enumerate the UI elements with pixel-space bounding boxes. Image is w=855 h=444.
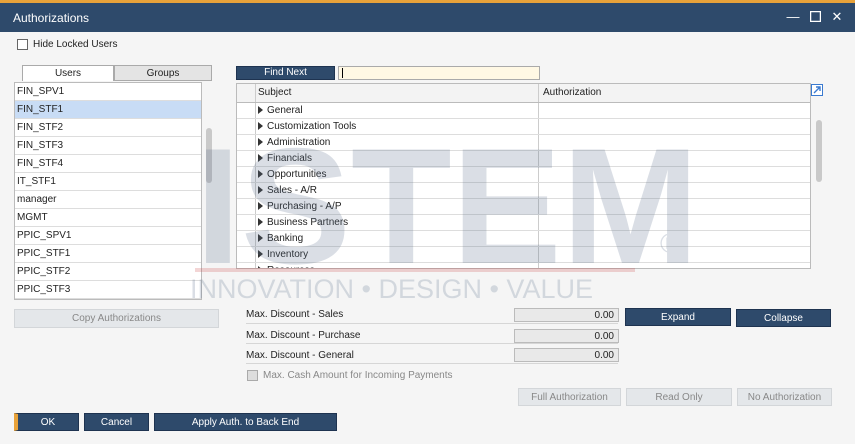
table-row[interactable]: General: [237, 103, 810, 119]
expand-arrow-icon[interactable]: [258, 170, 263, 179]
expand-arrow-icon[interactable]: [258, 122, 263, 131]
expand-arrow-icon[interactable]: [258, 250, 263, 259]
expand-arrow-icon[interactable]: [258, 218, 263, 227]
user-list-scrollbar[interactable]: [206, 128, 212, 183]
user-row[interactable]: FIN_STF4: [15, 155, 201, 173]
tab-groups[interactable]: Groups: [114, 65, 212, 81]
window-title: Authorizations: [13, 11, 90, 25]
expand-arrow-icon[interactable]: [258, 106, 263, 115]
subject-label: Customization Tools: [267, 121, 357, 132]
user-list: FIN_SPV1 FIN_STF1 FIN_STF2 FIN_STF3 FIN_STF4…: [14, 82, 202, 300]
cancel-button[interactable]: Cancel: [84, 413, 149, 431]
authorization-cell[interactable]: [539, 119, 810, 134]
max-discount-purchase-label: Max. Discount - Purchase: [246, 330, 361, 341]
no-authorization-button[interactable]: No Authorization: [737, 388, 832, 406]
max-discount-purchase-field[interactable]: 0.00: [514, 329, 619, 343]
hide-locked-users-checkbox[interactable]: [17, 39, 28, 50]
subject-label: Resources: [267, 265, 315, 268]
subject-label: Opportunities: [267, 169, 327, 180]
expand-arrow-icon[interactable]: [258, 234, 263, 243]
apply-auth-button[interactable]: Apply Auth. to Back End: [154, 413, 337, 431]
hide-locked-users-label: Hide Locked Users: [33, 39, 118, 50]
subject-label: Banking: [267, 233, 304, 244]
watermark-tagline: INNOVATION • DESIGN • VALUE: [190, 274, 593, 304]
table-row[interactable]: Inventory: [237, 247, 810, 263]
expand-arrow-icon[interactable]: [258, 202, 263, 211]
subject-header[interactable]: Subject: [256, 84, 539, 102]
link-arrow-icon[interactable]: [811, 84, 823, 96]
authorization-cell[interactable]: [539, 263, 810, 268]
user-row[interactable]: FIN_STF2: [15, 119, 201, 137]
find-next-button[interactable]: Find Next: [236, 66, 335, 80]
subject-label: General: [267, 105, 303, 116]
table-row[interactable]: Banking: [237, 231, 810, 247]
expand-arrow-icon[interactable]: [258, 138, 263, 147]
table-row[interactable]: Customization Tools: [237, 119, 810, 135]
authorization-cell[interactable]: [539, 231, 810, 246]
user-row[interactable]: FIN_SPV1: [15, 83, 201, 101]
title-bar: Authorizations — ✕: [0, 0, 855, 32]
user-row[interactable]: PPIC_STF1: [15, 245, 201, 263]
authorization-cell[interactable]: [539, 215, 810, 230]
table-header: Subject Authorization: [237, 84, 810, 103]
expand-arrow-icon[interactable]: [258, 266, 263, 268]
table-row[interactable]: Purchasing - A/P: [237, 199, 810, 215]
authorization-cell[interactable]: [539, 103, 810, 118]
max-cash-label: Max. Cash Amount for Incoming Payments: [263, 370, 453, 381]
user-row[interactable]: MGMT: [15, 209, 201, 227]
table-row[interactable]: Resources: [237, 263, 810, 268]
collapse-button[interactable]: Collapse: [736, 309, 831, 327]
ok-button[interactable]: OK: [14, 413, 79, 431]
authorization-cell[interactable]: [539, 247, 810, 262]
subject-label: Inventory: [267, 249, 309, 260]
user-row[interactable]: manager: [15, 191, 201, 209]
user-row[interactable]: PPIC_STF2: [15, 263, 201, 281]
tab-users[interactable]: Users: [22, 65, 114, 81]
table-row[interactable]: Opportunities: [237, 167, 810, 183]
table-scrollbar[interactable]: [816, 120, 822, 182]
authorization-cell[interactable]: [539, 135, 810, 150]
max-discount-sales-field[interactable]: 0.00: [514, 308, 619, 322]
copy-authorizations-button[interactable]: Copy Authorizations: [14, 309, 219, 328]
subject-label: Purchasing - A/P: [267, 201, 342, 212]
subject-label: Financials: [267, 153, 313, 164]
user-row[interactable]: FIN_STF1: [15, 101, 201, 119]
authorization-table: Subject Authorization General Customizati…: [236, 83, 811, 269]
authorization-cell[interactable]: [539, 151, 810, 166]
full-authorization-button[interactable]: Full Authorization: [518, 388, 621, 406]
table-row[interactable]: Business Partners: [237, 215, 810, 231]
max-discount-general-label: Max. Discount - General: [246, 350, 354, 361]
text-cursor: [342, 68, 343, 78]
table-row[interactable]: Administration: [237, 135, 810, 151]
authorization-header[interactable]: Authorization: [539, 84, 810, 102]
expand-button[interactable]: Expand: [625, 308, 731, 326]
close-icon[interactable]: ✕: [828, 8, 846, 26]
minimize-icon[interactable]: —: [784, 8, 802, 26]
table-row[interactable]: Sales - A/R: [237, 183, 810, 199]
subject-label: Business Partners: [267, 217, 349, 228]
max-cash-checkbox[interactable]: [247, 370, 258, 381]
authorization-cell[interactable]: [539, 167, 810, 182]
table-row[interactable]: Financials: [237, 151, 810, 167]
expand-arrow-icon[interactable]: [258, 186, 263, 195]
user-row[interactable]: IT_STF1: [15, 173, 201, 191]
max-discount-general-field[interactable]: 0.00: [514, 348, 619, 362]
user-row[interactable]: FIN_STF3: [15, 137, 201, 155]
read-only-button[interactable]: Read Only: [626, 388, 732, 406]
subject-label: Administration: [267, 137, 331, 148]
user-row[interactable]: PPIC_STF3: [15, 281, 201, 299]
user-row[interactable]: PPIC_SPV1: [15, 227, 201, 245]
expand-arrow-icon[interactable]: [258, 154, 263, 163]
maximize-icon[interactable]: [806, 8, 824, 26]
max-discount-sales-label: Max. Discount - Sales: [246, 309, 344, 320]
find-input[interactable]: [338, 66, 540, 80]
table-body: General Customization Tools Administration…: [237, 103, 810, 268]
subject-label: Sales - A/R: [267, 185, 318, 196]
authorization-cell[interactable]: [539, 183, 810, 198]
authorization-cell[interactable]: [539, 199, 810, 214]
